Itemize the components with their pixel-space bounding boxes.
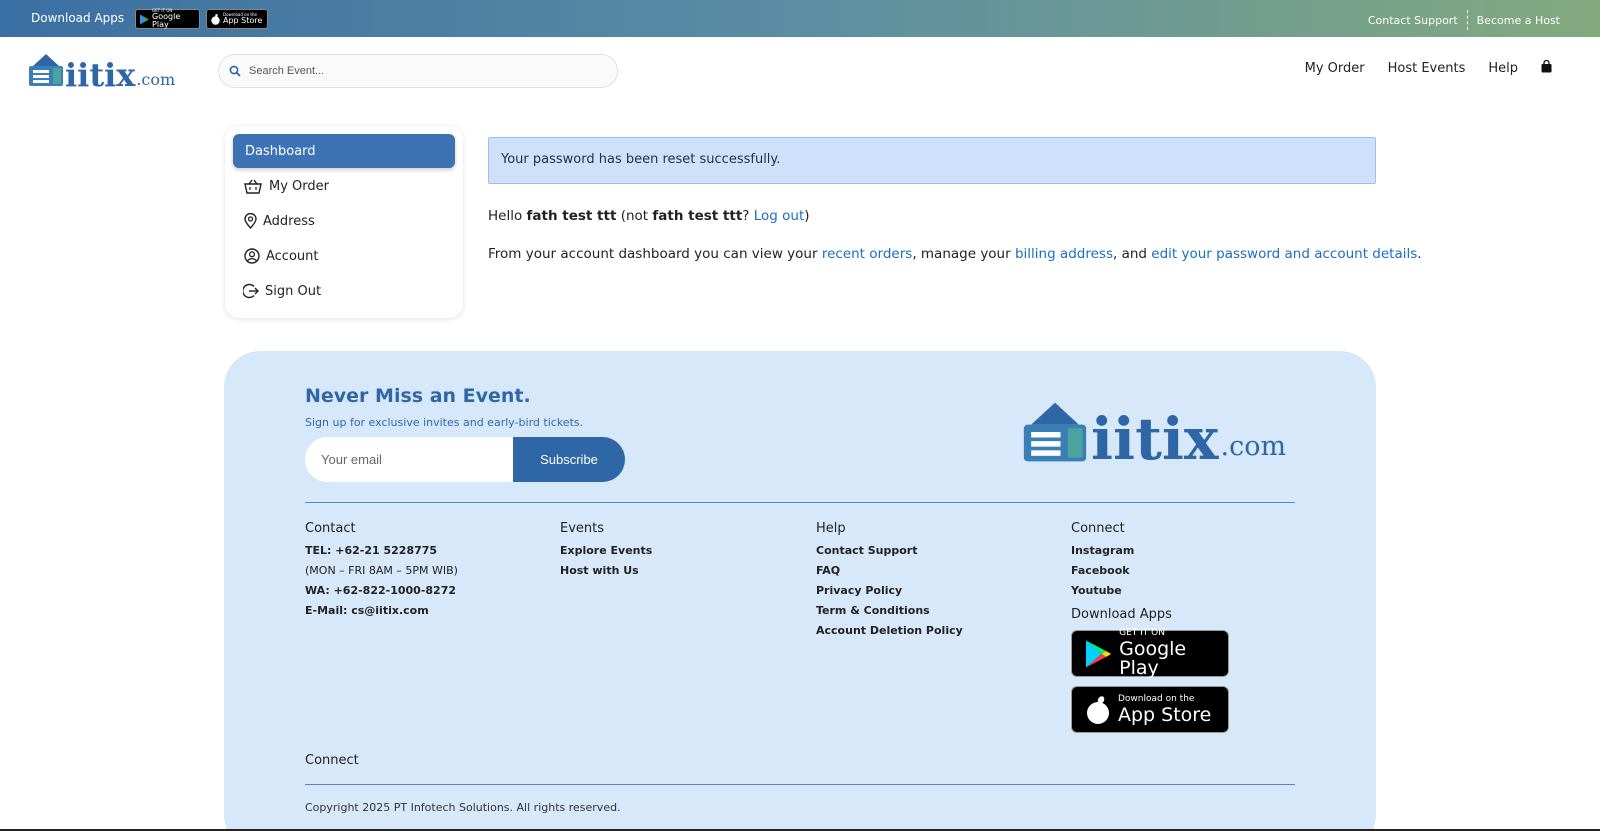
user-name: fath test ttt	[526, 208, 617, 224]
newsletter-email-input[interactable]	[305, 437, 527, 482]
footer-divider	[305, 502, 1295, 503]
recent-orders-link[interactable]: recent orders	[822, 246, 912, 262]
newsletter-subtitle: Sign up for exclusive invites and early-…	[305, 416, 584, 429]
logo-word: iitix	[1091, 405, 1219, 473]
logo-suffix: .com	[136, 70, 176, 89]
google-play-badge[interactable]: GET IT ON Google Play	[1071, 629, 1229, 678]
sidebar-item-label: Sign Out	[265, 283, 322, 299]
footer-logo: iitix .com	[1019, 399, 1286, 469]
contact-email[interactable]: E-Mail: cs@iitix.com	[305, 604, 458, 617]
sidebar-item-label: Dashboard	[245, 143, 316, 159]
logout-link[interactable]: Log out	[754, 208, 805, 224]
footer-link-explore-events[interactable]: Explore Events	[560, 544, 652, 557]
sidebar-item-account[interactable]: Account	[233, 239, 455, 273]
success-alert: Your password has been reset successfull…	[488, 137, 1376, 184]
logo-word: iitix	[65, 56, 136, 94]
footer-contact-column: Contact TEL: +62-21 5228775 (MON – FRI 8…	[305, 521, 458, 624]
footer-link-account-deletion[interactable]: Account Deletion Policy	[816, 624, 963, 637]
greeting-text: Hello fath test ttt (not fath test ttt? …	[488, 208, 810, 224]
search-input[interactable]	[249, 65, 579, 77]
app-store-badge[interactable]: Download on the App Store	[1071, 686, 1229, 733]
nav-help[interactable]: Help	[1488, 61, 1518, 76]
contact-hours: (MON – FRI 8AM – 5PM WIB)	[305, 564, 458, 577]
search-bar	[218, 54, 618, 88]
footer-divider-bottom	[305, 784, 1295, 785]
site-logo[interactable]: iitix .com	[27, 52, 175, 92]
sidebar-item-dashboard[interactable]: Dashboard	[233, 134, 455, 168]
footer-link-privacy-policy[interactable]: Privacy Policy	[816, 584, 963, 597]
app-store-badge-small[interactable]: Download on the App Store	[206, 9, 268, 29]
edit-account-link[interactable]: edit your password and account details	[1151, 246, 1417, 262]
footer-link-contact-support[interactable]: Contact Support	[816, 544, 963, 557]
newsletter-title: Never Miss an Event.	[305, 385, 531, 407]
download-apps-label: Download Apps	[31, 11, 125, 25]
google-play-icon	[140, 14, 150, 24]
footer-link-host-with-us[interactable]: Host with Us	[560, 564, 652, 577]
footer-connect-column: Connect Instagram Facebook Youtube Downl…	[1071, 521, 1229, 742]
contact-support-link[interactable]: Contact Support	[1368, 14, 1458, 27]
contact-wa[interactable]: WA: +62-822-1000-8272	[305, 584, 458, 597]
copyright-text: Copyright 2025 PT Infotech Solutions. Al…	[305, 801, 621, 814]
footer-link-instagram[interactable]: Instagram	[1071, 544, 1229, 557]
search-icon	[229, 65, 241, 77]
footer-link-facebook[interactable]: Facebook	[1071, 564, 1229, 577]
cart-icon[interactable]	[1541, 59, 1552, 77]
google-play-icon	[1086, 639, 1112, 668]
account-sidebar: Dashboard My Order Address Account Sign …	[225, 126, 463, 318]
site-footer: Never Miss an Event. Sign up for exclusi…	[224, 351, 1376, 831]
ticket-logo-icon	[27, 52, 65, 92]
user-circle-icon	[243, 248, 260, 264]
nav-my-order[interactable]: My Order	[1305, 61, 1365, 76]
apple-icon	[211, 13, 220, 25]
billing-address-link[interactable]: billing address	[1015, 246, 1113, 262]
sidebar-item-sign-out[interactable]: Sign Out	[233, 274, 455, 308]
ticket-logo-icon	[1019, 399, 1091, 469]
sidebar-item-address[interactable]: Address	[233, 204, 455, 238]
main-nav: My Order Host Events Help	[1305, 59, 1552, 77]
footer-link-faq[interactable]: FAQ	[816, 564, 963, 577]
top-right-links: Contact Support Become a Host	[1368, 10, 1560, 30]
contact-heading: Contact	[305, 521, 356, 536]
footer-link-youtube[interactable]: Youtube	[1071, 584, 1229, 597]
top-bar: Download Apps GET IT ON Google Play Downl…	[0, 0, 1600, 37]
sidebar-item-my-order[interactable]: My Order	[233, 169, 455, 203]
sidebar-item-label: Account	[266, 248, 319, 264]
help-heading: Help	[816, 521, 846, 536]
basket-icon	[243, 179, 263, 194]
sidebar-item-label: Address	[263, 213, 315, 229]
nav-host-events[interactable]: Host Events	[1388, 61, 1466, 76]
subscribe-button[interactable]: Subscribe	[513, 437, 625, 482]
map-pin-icon	[243, 213, 257, 229]
footer-link-terms[interactable]: Term & Conditions	[816, 604, 963, 617]
events-heading: Events	[560, 521, 605, 536]
dashboard-info-text: From your account dashboard you can view…	[488, 246, 1422, 262]
connect-heading: Connect	[1071, 521, 1125, 536]
apple-icon	[1087, 695, 1109, 724]
logo-suffix: .com	[1220, 431, 1287, 462]
sign-out-icon	[243, 283, 259, 299]
become-host-link[interactable]: Become a Host	[1477, 14, 1560, 27]
footer-help-column: Help Contact Support FAQ Privacy Policy …	[816, 521, 963, 644]
google-play-badge-small[interactable]: GET IT ON Google Play	[135, 9, 200, 29]
divider	[1466, 10, 1468, 30]
sidebar-item-label: My Order	[269, 178, 329, 194]
download-apps-heading: Download Apps	[1071, 607, 1172, 622]
contact-tel[interactable]: TEL: +62-21 5228775	[305, 544, 458, 557]
footer-events-column: Events Explore Events Host with Us	[560, 521, 652, 584]
connect-bottom-heading: Connect	[305, 753, 359, 768]
